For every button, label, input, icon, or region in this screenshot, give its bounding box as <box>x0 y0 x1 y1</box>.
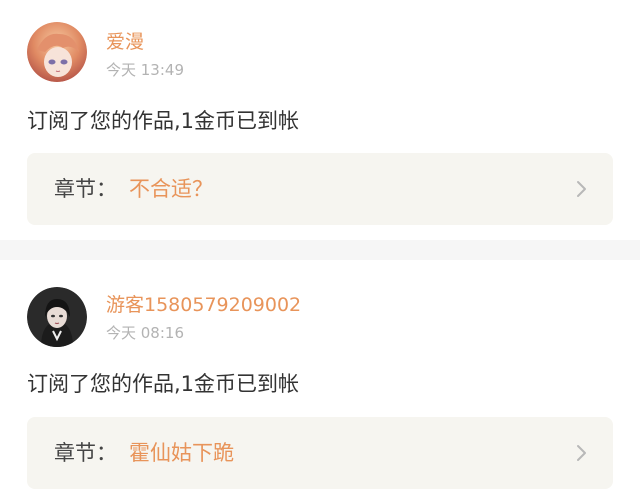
notification-card: 爱漫 今天 13:49 订阅了您的作品,1金币已到帐 章节： 不合适？ <box>0 0 640 240</box>
chapter-label: 章节： <box>54 441 117 465</box>
chevron-right-icon <box>577 181 586 197</box>
chapter-link[interactable]: 章节： 霍仙姑下跪 <box>27 417 613 489</box>
chapter-title: 霍仙姑下跪 <box>129 441 234 465</box>
chapter-link[interactable]: 章节： 不合适？ <box>27 153 613 225</box>
notification-card: 游客1580579209002 今天 08:16 订阅了您的作品,1金币已到帐 … <box>0 260 640 502</box>
username[interactable]: 爱漫 <box>106 30 144 54</box>
chapter-label: 章节： <box>54 177 117 201</box>
section-divider <box>0 240 640 260</box>
notification-message: 订阅了您的作品,1金币已到帐 <box>27 372 300 396</box>
anime-avatar-icon <box>27 22 87 82</box>
username[interactable]: 游客1580579209002 <box>106 293 301 317</box>
timestamp: 今天 08:16 <box>106 324 184 342</box>
timestamp: 今天 13:49 <box>106 61 184 79</box>
notification-message: 订阅了您的作品,1金币已到帐 <box>27 109 300 133</box>
chapter-title: 不合适？ <box>129 177 213 201</box>
notification-feed: 爱漫 今天 13:49 订阅了您的作品,1金币已到帐 章节： 不合适？ 游客15… <box>0 0 640 502</box>
user-avatar[interactable] <box>27 287 87 347</box>
photo-avatar-icon <box>27 287 87 347</box>
chevron-right-icon <box>577 445 586 461</box>
user-avatar[interactable] <box>27 22 87 82</box>
